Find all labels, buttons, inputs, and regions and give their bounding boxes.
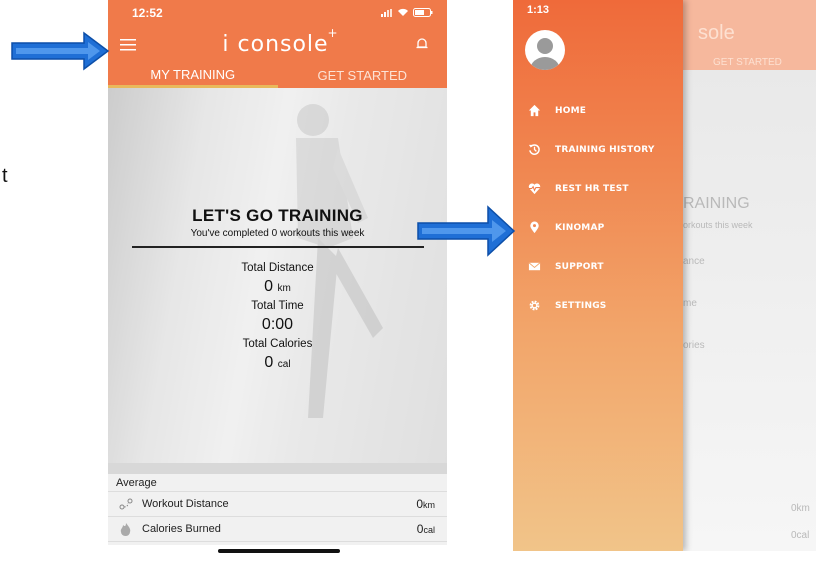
annotation-arrow-left [11,31,110,71]
ghost-label-1: ance [683,256,705,267]
menu-item-training-history[interactable]: TRAINING HISTORY [513,130,683,169]
gear-icon [529,300,540,311]
menu-item-rest-hr-test[interactable]: REST HR TEST [513,169,683,208]
menu-item-settings-label: SETTINGS [555,300,607,311]
stat-value-calories-unit: cal [277,359,291,370]
wifi-icon [398,8,408,16]
ghost-title: RAINING [683,195,750,212]
drawer-menu: HOME TRAINING HISTORY REST HR TEST KINOM… [513,91,683,325]
ghost-label-2: me [683,298,697,309]
stat-value-calories-number: 0 [264,354,274,371]
status-bar: 12:52 [108,0,447,25]
mail-icon [528,262,541,271]
screenshot-page: t 12:52 i console + MY TRAINING GET START… [0,0,816,561]
app-logo-plus: + [327,25,339,40]
hero-title: LET'S GO TRAINING [192,206,363,225]
stat-value-distance-unit: km [277,283,291,294]
map-pin-icon [530,221,539,234]
annotation-arrow-right [417,205,516,257]
status-time-right: 1:13 [527,4,550,16]
stat-label-time: Total Time [251,300,304,312]
menu-item-settings[interactable]: SETTINGS [513,286,683,325]
signal-icon [381,8,392,17]
average-row-calories: Calories Burned 0cal [108,517,447,542]
stat-value-calories: 0 cal [108,354,447,372]
ghost-label-3: ories [683,340,705,351]
stats-summary: Total Distance 0 km Total Time 0:00 Tota… [108,258,447,372]
app-bar: i console + [108,25,447,63]
divider [132,246,424,248]
hamburger-menu-icon[interactable] [120,38,136,51]
average-value-calories: 0cal [417,522,435,536]
menu-item-home[interactable]: HOME [513,91,683,130]
bell-icon[interactable] [415,37,429,51]
average-value-calories-unit: cal [423,525,435,535]
stray-text: t [2,165,8,187]
stat-label-distance: Total Distance [241,262,314,274]
menu-item-home-label: HOME [555,105,587,116]
stat-value-time: 0:00 [261,316,294,333]
average-label-distance: Workout Distance [142,498,229,510]
hero-subtitle: You've completed 0 workouts this week [190,228,365,239]
ghost-subtitle: orkouts this week [683,220,753,230]
stat-label-calories: Total Calories [242,338,313,350]
home-indicator [218,549,340,553]
stat-value-distance-number: 0 [264,278,274,295]
app-logo-text: i console [222,31,329,57]
right-phone-screen: sole GET STARTED RAINING orkouts this we… [513,0,816,551]
navigation-drawer: 1:13 HOME TRAINING HISTORY REST HR TEST [513,0,683,551]
status-bar-right: 1:13 [513,0,683,20]
status-icons [381,8,433,17]
history-icon [528,144,540,155]
heart-rate-icon [528,183,541,195]
app-logo: i console + [222,26,337,57]
average-value-distance-number: 0 [416,497,423,511]
average-heading: Average [108,474,447,492]
battery-icon [413,8,433,17]
hero-background-image: LET'S GO TRAINING You've completed 0 wor… [108,88,447,463]
hero-text: LET'S GO TRAINING You've completed 0 wor… [108,206,447,239]
menu-item-support-label: SUPPORT [555,261,604,272]
tab-my-training[interactable]: MY TRAINING [108,63,278,88]
menu-item-kinomap[interactable]: KINOMAP [513,208,683,247]
status-time: 12:52 [132,5,163,20]
menu-item-rest-hr-test-label: REST HR TEST [555,183,629,194]
flame-icon [120,523,131,536]
average-value-distance-unit: km [423,500,435,510]
average-label-calories: Calories Burned [142,523,221,535]
menu-item-kinomap-label: KINOMAP [555,222,605,233]
home-icon [528,104,541,117]
route-icon [119,498,133,510]
avatar[interactable] [525,30,565,70]
ghost-value-2: 0cal [791,530,810,541]
ghost-tab: GET STARTED [713,57,782,68]
ghost-value-1: 0km [791,503,810,514]
menu-item-support[interactable]: SUPPORT [513,247,683,286]
stat-value-distance: 0 km [108,278,447,296]
left-phone-screen: 12:52 i console + MY TRAINING GET STARTED [108,0,447,545]
user-silhouette-icon [530,38,560,70]
tab-bar: MY TRAINING GET STARTED [108,63,447,88]
average-value-distance: 0km [416,497,435,511]
average-row-distance: Workout Distance 0km [108,492,447,517]
average-panel: Average Workout Distance 0km Calories Bu… [108,474,447,545]
tab-get-started[interactable]: GET STARTED [278,63,448,88]
menu-item-training-history-label: TRAINING HISTORY [555,144,655,155]
ghost-brand: sole [698,22,735,44]
